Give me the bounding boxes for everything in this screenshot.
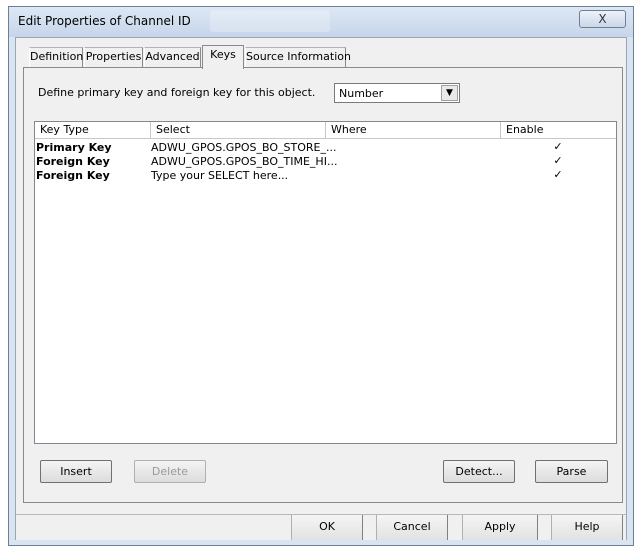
column-header-enable[interactable]: Enable	[501, 122, 616, 139]
keys-table	[34, 121, 617, 444]
help-button[interactable]: Help	[551, 515, 623, 540]
close-button[interactable]: X	[579, 10, 626, 28]
detect-button[interactable]: Detect...	[443, 460, 515, 483]
table-row-select[interactable]: ADWU_GPOS.GPOS_BO_TIME_HI...	[151, 155, 337, 168]
ok-button[interactable]: OK	[291, 515, 363, 540]
enable-checkbox[interactable]: ✓	[552, 141, 564, 153]
insert-button[interactable]: Insert	[40, 460, 112, 483]
title-bar-glass-artifact	[210, 10, 330, 32]
tab-keys[interactable]: Keys	[202, 45, 244, 69]
delete-button[interactable]: Delete	[134, 460, 206, 483]
enable-checkbox[interactable]: ✓	[552, 169, 564, 181]
tab-properties[interactable]: Properties	[84, 47, 143, 67]
chevron-down-icon[interactable]: ▼	[441, 85, 458, 101]
cancel-button[interactable]: Cancel	[376, 515, 448, 540]
define-keys-label: Define primary key and foreign key for t…	[38, 86, 316, 99]
table-row-select[interactable]: ADWU_GPOS.GPOS_BO_STORE_...	[151, 141, 336, 154]
tab-source-information[interactable]: Source Information	[245, 47, 351, 67]
table-row-key-type[interactable]: Foreign Key	[36, 155, 110, 168]
enable-checkbox[interactable]: ✓	[552, 155, 564, 167]
column-header-select[interactable]: Select	[151, 122, 326, 139]
column-header-key-type[interactable]: Key Type	[35, 122, 151, 139]
table-row-key-type[interactable]: Primary Key	[36, 141, 112, 154]
column-header-where[interactable]: Where	[326, 122, 501, 139]
tab-definition[interactable]: Definition	[29, 47, 83, 67]
tab-advanced[interactable]: Advanced	[144, 47, 201, 67]
window-title: Edit Properties of Channel ID	[18, 14, 191, 28]
key-data-type-value: Number	[339, 87, 384, 100]
parse-button[interactable]: Parse	[535, 460, 608, 483]
apply-button[interactable]: Apply	[462, 515, 538, 540]
table-row-select[interactable]: Type your SELECT here...	[151, 169, 288, 182]
table-row-key-type[interactable]: Foreign Key	[36, 169, 110, 182]
